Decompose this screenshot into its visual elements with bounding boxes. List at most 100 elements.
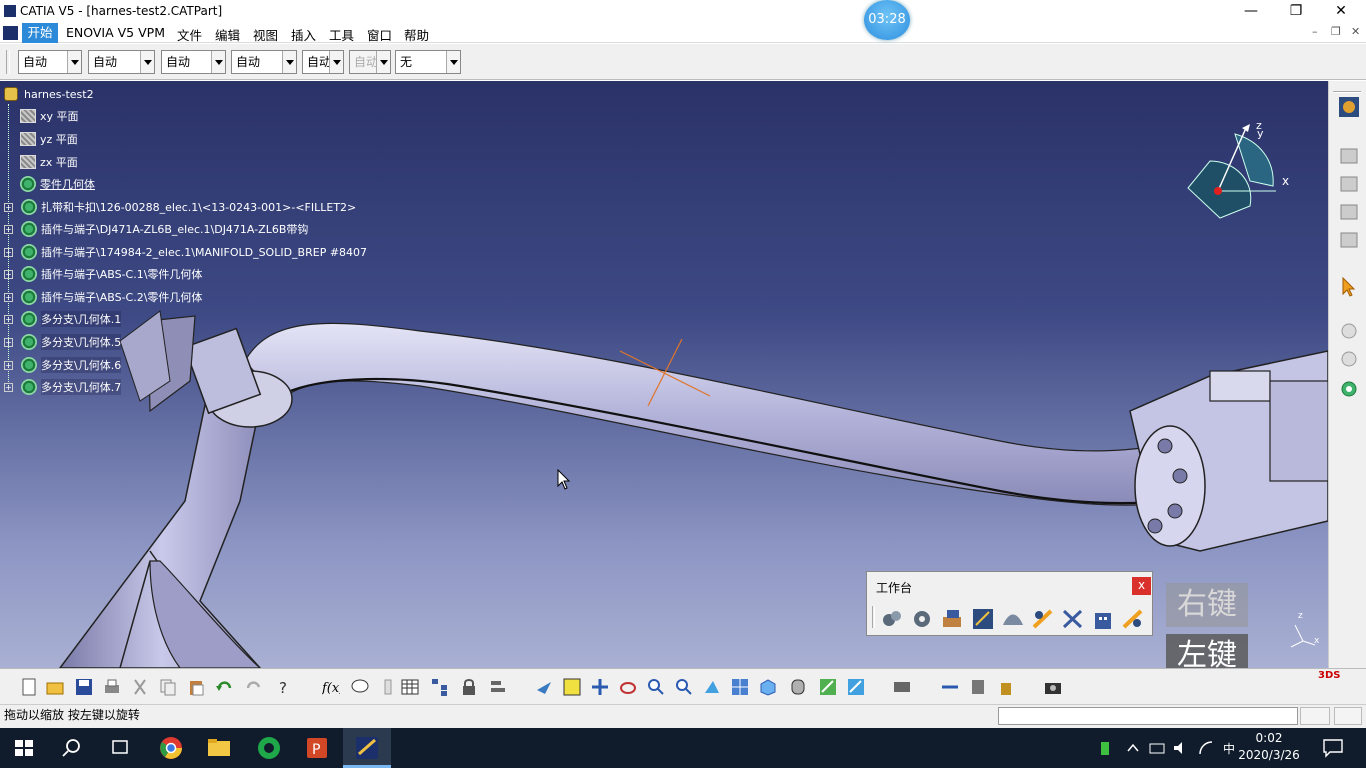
tree-icon[interactable] (431, 678, 449, 696)
tree-item-part-body[interactable]: 零件几何体 (0, 173, 95, 195)
doc-minimize-button[interactable]: – (1312, 25, 1318, 38)
copy-icon[interactable] (159, 678, 177, 696)
menu-edit[interactable]: 编辑 (215, 25, 240, 44)
command-stop-button[interactable] (1334, 707, 1362, 725)
tree-item-zx-plane[interactable]: zx 平面 (0, 151, 78, 173)
menu-tools[interactable]: 工具 (329, 25, 354, 44)
print-icon[interactable] (103, 678, 121, 696)
tree-item-yz-plane[interactable]: yz 平面 (0, 128, 78, 150)
formula-icon[interactable]: f(x) (322, 678, 340, 696)
shape-design-icon[interactable] (1001, 607, 1025, 631)
transparency-select[interactable]: 自动 (88, 50, 155, 74)
menu-view[interactable]: 视图 (253, 25, 278, 44)
catia-taskbar-icon[interactable] (353, 734, 381, 762)
network-icon[interactable] (1148, 740, 1166, 756)
table-icon[interactable] (401, 678, 419, 696)
lock-icon[interactable] (460, 678, 478, 696)
toolbar-grip[interactable] (872, 606, 875, 628)
layer-select[interactable]: 无 (395, 50, 461, 74)
menu-window[interactable]: 窗口 (367, 25, 392, 44)
tree-item-body[interactable]: + 插件与端子\ABS-C.1\零件几何体 (0, 263, 202, 285)
sketch-icon[interactable] (1338, 173, 1360, 195)
connector-model[interactable] (1129, 350, 1328, 552)
sketch-icon[interactable] (1338, 145, 1360, 167)
undo-icon[interactable] (215, 678, 233, 696)
search-icon[interactable] (58, 734, 86, 762)
workbench-close-button[interactable]: x (1132, 577, 1151, 595)
tree-item-body[interactable]: + 插件与端子\ABS-C.2\零件几何体 (0, 286, 202, 308)
help-icon[interactable]: ? (275, 678, 293, 696)
close-button[interactable]: ✕ (1318, 0, 1364, 23)
tree-item-body[interactable]: + 多分支\几何体.6 (0, 354, 122, 376)
taskbar-clock[interactable]: 0:02 2020/3/26 (1234, 730, 1304, 764)
swap-space-icon[interactable] (847, 678, 865, 696)
mass-icon[interactable] (997, 678, 1015, 696)
point-symbol-select[interactable]: 自动 (349, 50, 391, 74)
iso-view-icon[interactable] (759, 678, 777, 696)
rotate-icon[interactable] (619, 678, 637, 696)
paste-icon[interactable] (187, 678, 205, 696)
new-icon[interactable] (20, 678, 38, 696)
menu-start[interactable]: 开始 (22, 23, 58, 43)
select-arrow-icon[interactable] (1338, 276, 1360, 298)
fly-mode-icon[interactable] (535, 678, 553, 696)
line-color-select[interactable]: 自动 (161, 50, 226, 74)
compass-widget[interactable] (1180, 116, 1300, 226)
toolbar-grip[interactable] (6, 50, 10, 74)
gear-icon[interactable] (910, 607, 934, 631)
constraint-icon[interactable] (1338, 320, 1360, 342)
hide-show-icon[interactable] (819, 678, 837, 696)
building-icon[interactable] (1091, 607, 1115, 631)
tree-root[interactable]: harnes-test2 (0, 83, 94, 105)
expand-icon[interactable]: + (4, 224, 13, 234)
expand-icon[interactable]: + (4, 269, 13, 279)
doc-restore-button[interactable]: ❐ (1331, 25, 1341, 38)
assembly-icon[interactable] (941, 607, 965, 631)
comment-icon[interactable] (351, 678, 369, 696)
constraint-icon[interactable] (1338, 348, 1360, 370)
tree-item-xy-plane[interactable]: xy 平面 (0, 105, 79, 127)
electrical-icon[interactable] (1121, 607, 1145, 631)
chevron-up-icon[interactable] (1126, 740, 1140, 756)
command-input[interactable] (998, 707, 1298, 725)
measure-icon[interactable] (941, 678, 959, 696)
shading-icon[interactable] (789, 678, 807, 696)
document-icon[interactable] (3, 26, 18, 40)
tree-item-body[interactable]: + 多分支\几何体.5 (0, 331, 122, 353)
camera-icon[interactable] (1044, 678, 1062, 696)
powerpoint-icon[interactable]: P (303, 734, 331, 762)
wiring-icon[interactable] (1061, 607, 1085, 631)
harness-icon[interactable] (1031, 607, 1055, 631)
measure-item-icon[interactable] (969, 678, 987, 696)
minimize-button[interactable]: — (1228, 0, 1274, 23)
chrome-icon[interactable] (157, 734, 185, 762)
sketch-icon[interactable] (1338, 201, 1360, 223)
menu-file[interactable]: 文件 (177, 25, 202, 44)
multi-view-icon[interactable] (731, 678, 749, 696)
zoom-in-icon[interactable] (647, 678, 665, 696)
task-view-icon[interactable] (106, 734, 134, 762)
tree-item-body[interactable]: + 扎带和卡扣\126-00288_elec.1\<13-0243-001>-<F… (0, 196, 356, 218)
fit-all-icon[interactable] (563, 678, 581, 696)
maximize-button[interactable]: ❐ (1273, 0, 1319, 23)
save-icon[interactable] (75, 678, 93, 696)
file-explorer-icon[interactable] (205, 734, 233, 762)
tree-item-body[interactable]: + 多分支\几何体.7 (0, 376, 122, 398)
toolbar-grip[interactable] (1333, 91, 1361, 93)
fill-color-select[interactable]: 自动 (18, 50, 82, 74)
menu-insert[interactable]: 插入 (291, 25, 316, 44)
wifi-icon[interactable] (1198, 740, 1216, 756)
tree-item-body[interactable]: + 插件与端子\174984-2_elec.1\MANIFOLD_SOLID_BR… (0, 241, 367, 263)
line-type-select[interactable]: 自动 (302, 50, 344, 74)
expand-icon[interactable]: + (4, 360, 13, 370)
windows-start-icon[interactable] (10, 734, 38, 762)
update-icon[interactable] (893, 678, 911, 696)
volume-icon[interactable] (1172, 740, 1190, 756)
recorder-app-icon[interactable] (255, 734, 283, 762)
gear-icon[interactable] (1338, 378, 1360, 400)
menu-help[interactable]: 帮助 (404, 25, 429, 44)
expand-icon[interactable]: + (4, 314, 13, 324)
workbench-icon[interactable] (1338, 96, 1360, 118)
expand-icon[interactable]: + (4, 382, 13, 392)
knowledge-icon[interactable] (379, 678, 397, 696)
